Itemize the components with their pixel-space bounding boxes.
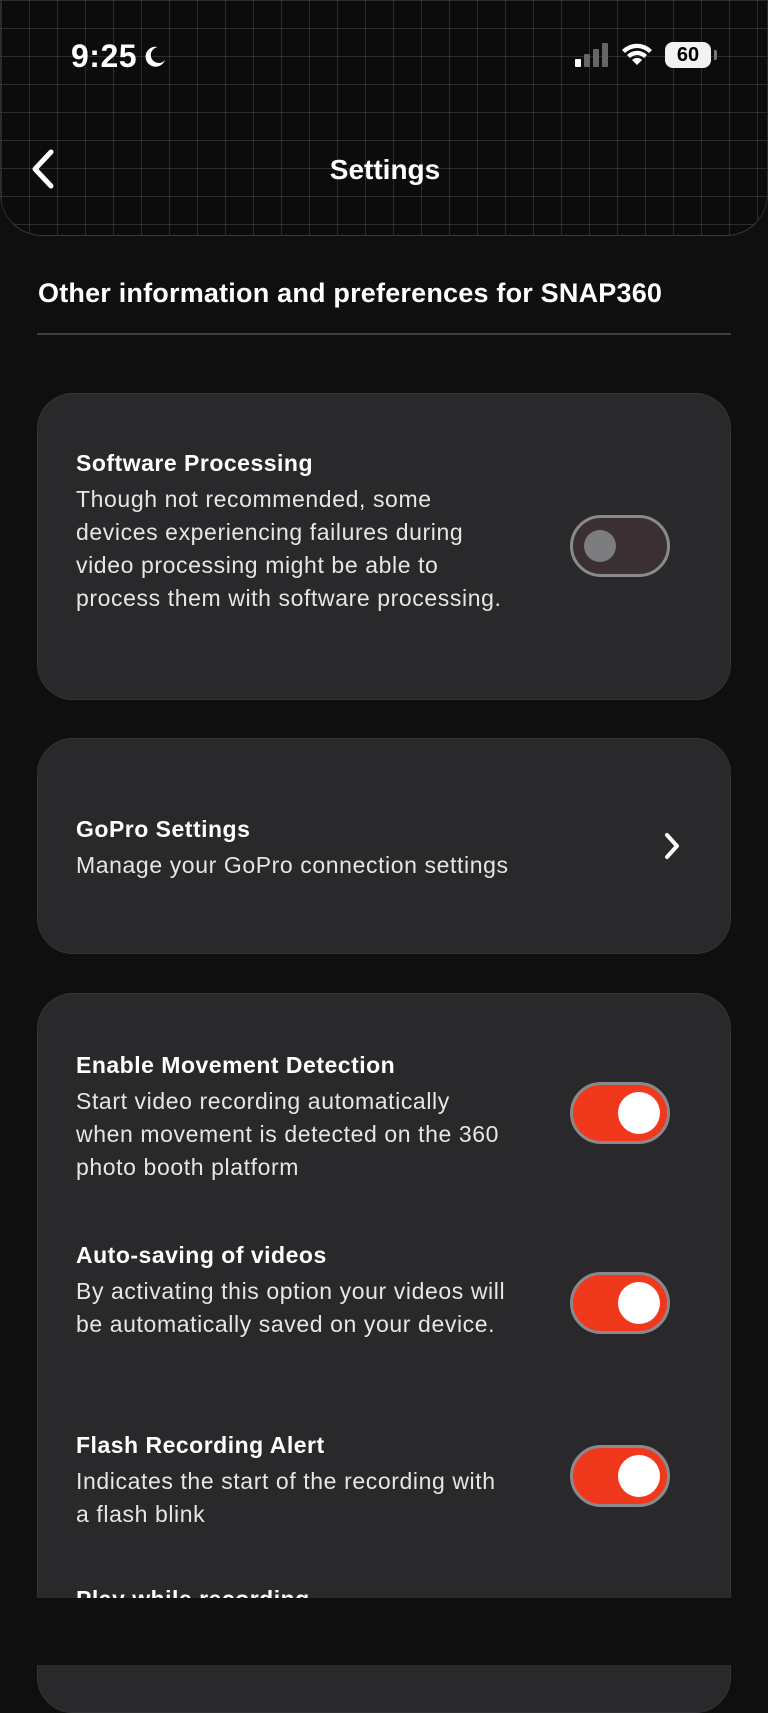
page-title: Settings (329, 154, 441, 185)
auto-saving-toggle[interactable] (570, 1272, 670, 1334)
divider (37, 333, 731, 335)
movement-detection-description: Start video recording automatically when… (76, 1088, 500, 1180)
chevron-right-icon (665, 833, 679, 859)
status-icons: 60 (575, 42, 717, 68)
flash-alert-description: Indicates the start of the recording wit… (76, 1468, 496, 1527)
gopro-settings-description: Manage your GoPro connection settings (76, 852, 509, 878)
movement-detection-title: Enable Movement Detection (76, 1052, 396, 1078)
toggle-knob (584, 530, 616, 562)
status-time: 9:25 (71, 38, 167, 75)
bottom-mask (0, 1598, 768, 1665)
toggle-knob (618, 1092, 660, 1134)
gopro-settings-row: GoPro Settings Manage your GoPro connect… (76, 816, 696, 882)
gopro-settings-title: GoPro Settings (76, 816, 251, 842)
wifi-icon (622, 43, 652, 65)
toggle-knob (618, 1282, 660, 1324)
movement-detection-toggle[interactable] (570, 1082, 670, 1144)
software-processing-description: Though not recommended, some devices exp… (76, 486, 502, 611)
cellular-signal-icon (575, 43, 608, 67)
software-processing-card: Software Processing Though not recommend… (37, 393, 731, 700)
software-processing-title: Software Processing (76, 450, 314, 476)
auto-saving-description: By activating this option your videos wi… (76, 1278, 506, 1337)
flash-alert-toggle[interactable] (570, 1445, 670, 1507)
auto-saving-title: Auto-saving of videos (76, 1242, 327, 1268)
section-title: Other information and preferences for SN… (38, 278, 663, 308)
battery-icon: 60 (665, 42, 717, 68)
toggle-knob (618, 1455, 660, 1497)
moon-icon (145, 46, 166, 67)
battery-level: 60 (676, 43, 700, 66)
gopro-settings-card[interactable]: GoPro Settings Manage your GoPro connect… (37, 738, 731, 954)
header: 9:25 60 Settings (0, 0, 768, 236)
clock-text: 9:25 (71, 38, 138, 74)
software-processing-toggle[interactable] (570, 515, 670, 577)
